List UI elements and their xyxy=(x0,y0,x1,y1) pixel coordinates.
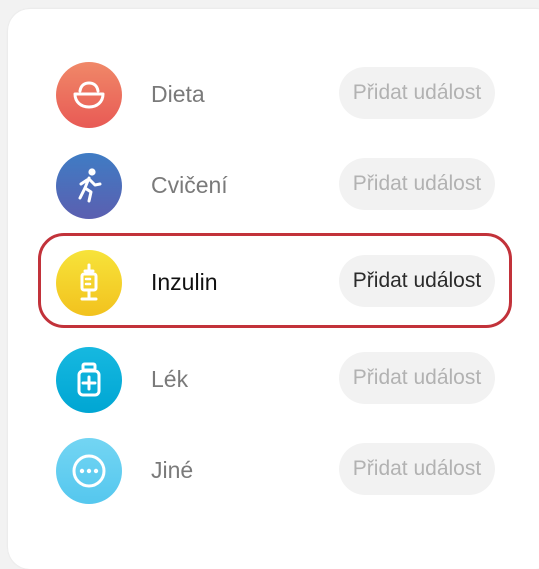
event-row-insulin: Inzulin Přidat událost xyxy=(0,241,539,321)
add-event-button-medicine[interactable]: Přidat událost xyxy=(339,352,495,404)
medicine-bottle-icon xyxy=(56,347,122,413)
add-event-button-diet[interactable]: Přidat událost xyxy=(339,67,495,119)
add-event-button-other[interactable]: Přidat událost xyxy=(339,443,495,495)
event-row-exercise: Cvičení Přidat událost xyxy=(0,144,539,224)
event-label-other: Jiné xyxy=(151,457,194,483)
bowl-icon xyxy=(56,62,122,128)
event-label-insulin: Inzulin xyxy=(151,269,218,295)
more-dots-icon xyxy=(56,438,122,504)
event-label-diet: Dieta xyxy=(151,81,205,107)
event-label-medicine: Lék xyxy=(151,366,189,392)
event-label-exercise: Cvičení xyxy=(151,172,228,198)
add-event-button-exercise[interactable]: Přidat událost xyxy=(339,158,495,210)
event-row-diet: Dieta Přidat událost xyxy=(0,53,539,133)
event-row-other: Jiné Přidat událost xyxy=(0,429,539,509)
event-row-medicine: Lék Přidat událost xyxy=(0,338,539,418)
add-event-button-insulin[interactable]: Přidat událost xyxy=(339,255,495,307)
syringe-icon xyxy=(56,250,122,316)
running-person-icon xyxy=(56,153,122,219)
